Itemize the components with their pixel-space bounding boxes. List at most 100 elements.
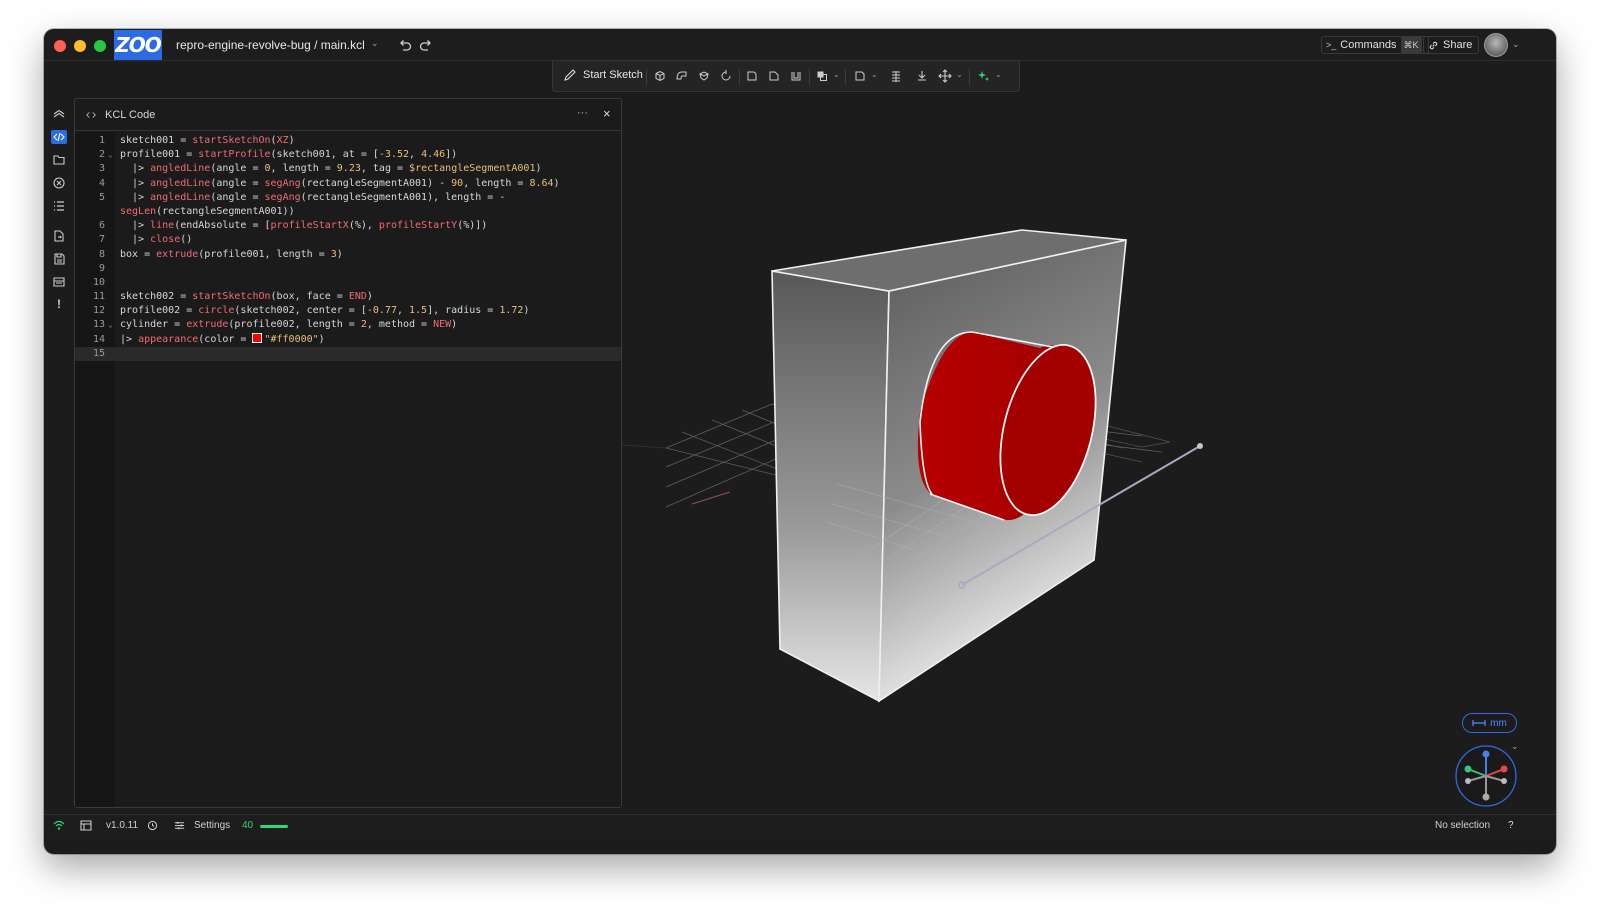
close-window-button[interactable] <box>54 40 66 52</box>
code-line[interactable]: 3 |> angledLine(angle = 0, length = 9.23… <box>75 162 621 176</box>
line-number: 10 <box>92 276 105 288</box>
text-to-cad-icon[interactable] <box>977 69 991 83</box>
panel-title: KCL Code <box>105 109 156 121</box>
help-button[interactable]: ? <box>1508 820 1514 831</box>
code-line[interactable]: segLen(rectangleSegmentA001)) <box>75 205 621 219</box>
fillet-icon[interactable] <box>745 69 759 83</box>
pencil-icon <box>564 69 576 81</box>
boolean-icon[interactable] <box>815 69 829 83</box>
toolbar-divider <box>739 69 740 85</box>
minimize-window-button[interactable] <box>74 40 86 52</box>
helix-icon[interactable] <box>889 69 903 83</box>
code-line-text: |> appearance(color = "#ff0000") <box>120 332 325 345</box>
selection-status: No selection <box>1435 820 1491 831</box>
close-icon[interactable]: × <box>603 106 611 121</box>
files-icon[interactable] <box>52 153 66 167</box>
code-line[interactable]: 15 <box>75 346 621 361</box>
chamfer-icon[interactable] <box>767 69 781 83</box>
loft-icon[interactable] <box>697 69 711 83</box>
line-number: 15 <box>92 347 105 359</box>
transform-icon[interactable] <box>938 69 952 83</box>
redo-icon[interactable] <box>417 36 435 54</box>
line-number: 13 <box>92 319 105 331</box>
more-options-icon[interactable]: ··· <box>577 107 588 119</box>
line-number: 6 <box>98 220 105 232</box>
clock-icon[interactable] <box>147 820 158 831</box>
code-icon[interactable] <box>52 130 66 144</box>
list-icon[interactable] <box>52 199 66 213</box>
settings-button[interactable]: Settings <box>194 820 230 831</box>
code-line-text: profile002 = circle(sketch002, center = … <box>120 305 530 317</box>
code-icon <box>86 112 96 118</box>
undo-icon[interactable] <box>396 36 414 54</box>
share-label: Share <box>1443 39 1473 51</box>
code-line-text: |> angledLine(angle = segAng(rectangleSe… <box>120 191 506 203</box>
export-icon[interactable] <box>52 229 66 243</box>
code-line[interactable]: 14 |> appearance(color = "#ff0000") <box>75 332 621 347</box>
toolbar-divider <box>969 69 970 85</box>
code-line[interactable]: 7 |> close() <box>75 233 621 247</box>
code-line[interactable]: 12 profile002 = circle(sketch002, center … <box>75 304 621 318</box>
chevron-down-icon[interactable]: ⌄ <box>1511 741 1519 752</box>
logs-icon[interactable] <box>52 275 66 289</box>
code-line[interactable]: 1 sketch001 = startSketchOn(XZ) <box>75 134 621 148</box>
network-icon[interactable] <box>53 820 65 831</box>
code-line-text: cylinder = extrude(profile002, length = … <box>120 319 458 331</box>
code-line[interactable]: 11 sketch002 = startSketchOn(box, face = … <box>75 290 621 304</box>
code-line-text: |> angledLine(angle = segAng(rectangleSe… <box>120 177 560 189</box>
code-line[interactable]: 13 ⌄ cylinder = extrude(profile002, length… <box>75 318 621 332</box>
chevron-down-icon[interactable]: ⌄ <box>1512 39 1520 50</box>
alert-icon[interactable]: ! <box>52 297 66 311</box>
status-bar: v1.0.11 Settings 40 No selection ? <box>44 814 1556 836</box>
toolbar-divider <box>646 69 647 85</box>
chevron-down-icon[interactable]: ⌄ <box>995 70 1002 79</box>
chevron-down-icon[interactable]: ⌄ <box>833 70 840 79</box>
code-line[interactable]: 2 ⌄ profile001 = startProfile(sketch001, a… <box>75 148 621 162</box>
code-line-text: sketch001 = startSketchOn(XZ) <box>120 135 295 146</box>
line-number: 14 <box>92 333 105 345</box>
code-editor[interactable]: 1 sketch001 = startSketchOn(XZ) 2 ⌄ profile0… <box>75 134 621 361</box>
code-line[interactable]: 9 <box>75 262 621 276</box>
ruler-icon <box>1472 720 1486 726</box>
left-rail: ! <box>44 97 74 312</box>
fold-chevron-icon[interactable]: ⌄ <box>108 318 113 332</box>
chevron-down-icon[interactable]: ⌄ <box>956 70 963 79</box>
fps-bar <box>260 825 288 828</box>
user-avatar[interactable] <box>1484 33 1508 57</box>
3d-viewport[interactable] <box>622 92 1556 812</box>
plane-icon[interactable] <box>853 69 867 83</box>
code-line[interactable]: 5 |> angledLine(angle = segAng(rectangle… <box>75 191 621 205</box>
revolve-icon[interactable] <box>719 69 733 83</box>
sweep-icon[interactable] <box>675 69 689 83</box>
fold-chevron-icon[interactable]: ⌄ <box>108 148 113 162</box>
axis-gizmo[interactable] <box>1455 745 1517 807</box>
insert-icon[interactable] <box>915 69 929 83</box>
code-line[interactable]: 4 |> angledLine(angle = segAng(rectangle… <box>75 177 621 191</box>
panel-header: KCL Code ··· × <box>75 99 621 131</box>
code-line-text: |> angledLine(angle = 0, length = 9.23, … <box>120 163 542 175</box>
chevron-down-icon[interactable]: ⌄ <box>871 70 878 79</box>
shell-icon[interactable] <box>789 69 803 83</box>
code-line-text: profile001 = startProfile(sketch001, at … <box>120 149 458 161</box>
line-number: 2 <box>98 149 105 161</box>
extrude-icon[interactable] <box>653 69 667 83</box>
feature-tree-icon[interactable] <box>52 107 66 121</box>
save-icon[interactable] <box>52 252 66 266</box>
layout-icon[interactable] <box>80 820 92 831</box>
maximize-window-button[interactable] <box>94 40 106 52</box>
start-sketch-button[interactable]: Start Sketch <box>563 68 643 82</box>
code-line[interactable]: 6 |> line(endAbsolute = [profileStartX(%… <box>75 219 621 233</box>
settings-sliders-icon[interactable] <box>174 820 185 831</box>
zoo-logo[interactable]: ZOO <box>114 30 162 60</box>
code-line[interactable]: 10 <box>75 276 621 290</box>
share-button[interactable]: Share <box>1423 36 1480 54</box>
version-label[interactable]: v1.0.11 <box>106 820 138 831</box>
chevron-down-icon[interactable]: ⌄ <box>371 38 379 49</box>
kcl-code-panel: KCL Code ··· × 1 sketch001 = startSketchO… <box>74 98 622 808</box>
variables-icon[interactable] <box>52 176 66 190</box>
fps-value: 40 <box>242 820 254 831</box>
units-toggle[interactable]: mm <box>1462 713 1517 733</box>
project-title[interactable]: repro-engine-revolve-bug / main.kcl <box>176 38 365 52</box>
commands-button[interactable]: >_ Commands ⌘K <box>1321 36 1429 54</box>
code-line[interactable]: 8 box = extrude(profile001, length = 3) <box>75 248 621 262</box>
